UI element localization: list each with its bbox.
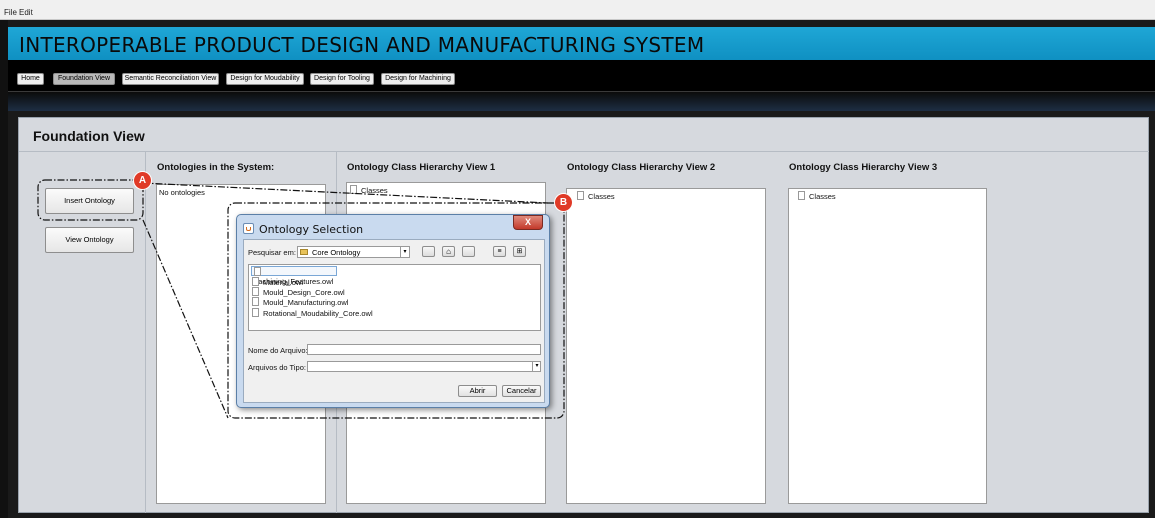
- list-view-icon[interactable]: ≡: [493, 246, 506, 257]
- file-item[interactable]: Material.owl: [252, 277, 303, 287]
- folder-icon: [300, 249, 308, 255]
- annotation-overlay: [37, 179, 565, 419]
- file-name: Mould_Design_Core.owl: [263, 288, 345, 297]
- file-type-label: Arquivos do Tipo:: [248, 363, 306, 372]
- file-item[interactable]: Machining_Features.owl: [251, 266, 337, 286]
- callout-b-badge: B: [555, 194, 572, 211]
- open-button[interactable]: Abrir: [458, 385, 497, 397]
- leader-line: [142, 219, 229, 419]
- look-in-select[interactable]: Core Ontology ▾: [297, 246, 410, 258]
- callout-a-badge: A: [134, 172, 151, 189]
- details-view-icon[interactable]: ⊞: [513, 246, 526, 257]
- look-in-label: Pesquisar em:: [248, 248, 296, 257]
- leader-line: [142, 182, 549, 204]
- up-folder-icon[interactable]: [422, 246, 435, 257]
- file-icon: [252, 297, 259, 306]
- file-item[interactable]: Rotational_Moudability_Core.owl: [252, 308, 373, 318]
- file-name: Material.owl: [263, 278, 304, 287]
- chevron-down-icon: ▾: [400, 247, 409, 257]
- close-icon[interactable]: X: [513, 215, 543, 230]
- chevron-down-icon: ▾: [532, 362, 541, 371]
- home-icon[interactable]: ⌂: [442, 246, 455, 257]
- look-in-value: Core Ontology: [312, 248, 361, 257]
- callout-a-frame: [37, 179, 144, 221]
- file-icon: [254, 267, 261, 276]
- file-name-label: Nome do Arquivo:: [248, 346, 308, 355]
- file-type-select[interactable]: ▾: [307, 361, 541, 372]
- java-icon: [243, 223, 254, 234]
- file-name: Rotational_Moudability_Core.owl: [263, 309, 373, 318]
- new-folder-icon[interactable]: [462, 246, 475, 257]
- file-name: Mould_Manufacturing.owl: [263, 298, 349, 307]
- file-icon: [252, 277, 259, 286]
- dialog-title: Ontology Selection: [259, 223, 364, 236]
- file-item[interactable]: Mould_Design_Core.owl: [252, 287, 345, 297]
- cancel-button[interactable]: Cancelar: [502, 385, 541, 397]
- file-name-input[interactable]: [307, 344, 541, 355]
- file-icon: [252, 308, 259, 317]
- file-icon: [252, 287, 259, 296]
- file-item[interactable]: Mould_Manufacturing.owl: [252, 297, 348, 307]
